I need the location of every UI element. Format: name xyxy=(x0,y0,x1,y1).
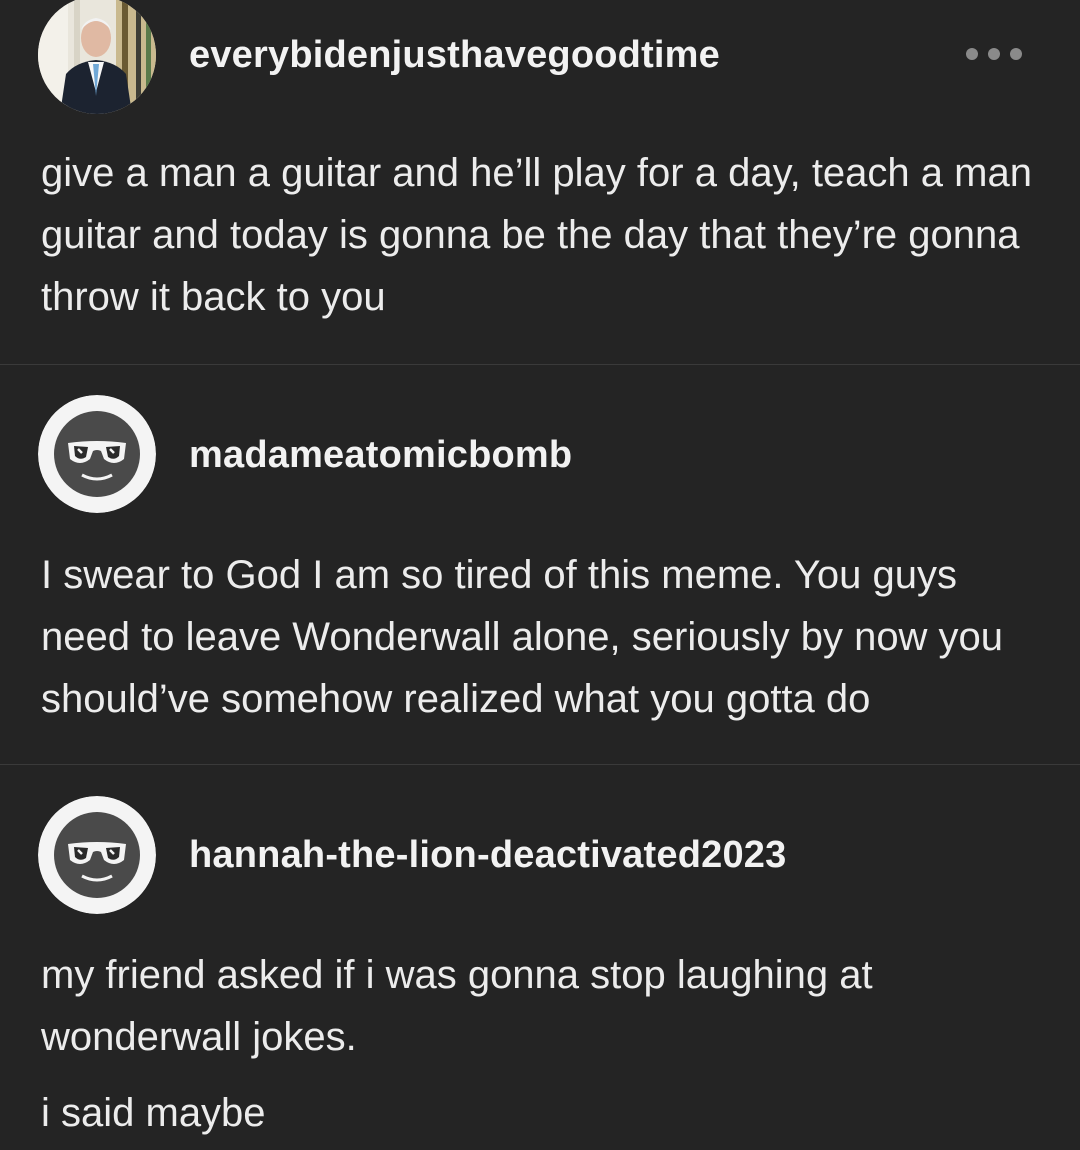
post-body: my friend asked if i was gonna stop laug… xyxy=(41,944,1051,1144)
post: hannah-the-lion-deactivated2023 my frien… xyxy=(0,0,1080,1150)
username[interactable]: hannah-the-lion-deactivated2023 xyxy=(189,834,786,877)
post-text: i said maybe xyxy=(41,1091,266,1135)
avatar[interactable] xyxy=(38,796,156,914)
post-text: my friend asked if i was gonna stop laug… xyxy=(41,953,873,1059)
sunglasses-face-icon xyxy=(38,796,156,914)
